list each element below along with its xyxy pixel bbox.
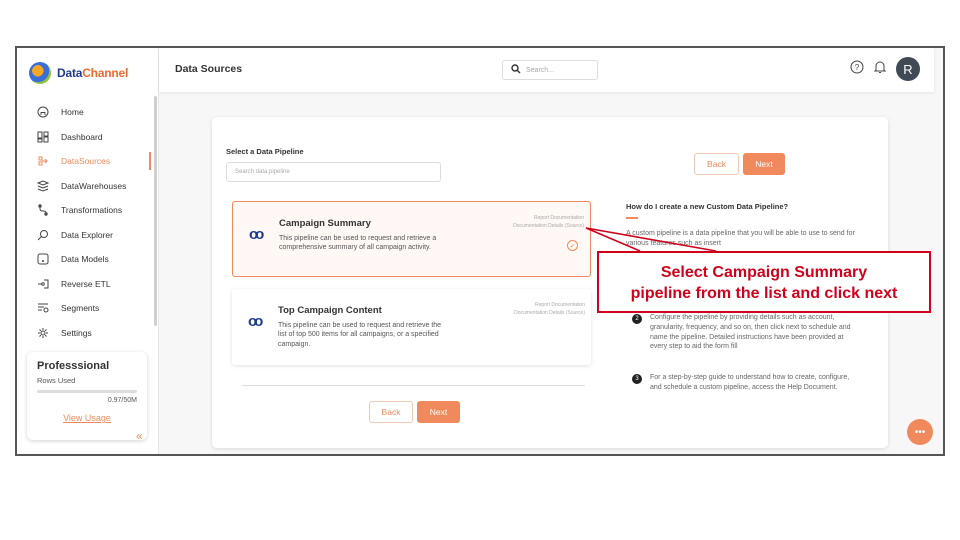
callout-line-1: Select Campaign Summary: [660, 264, 868, 281]
campaign-logo-icon: oo: [249, 226, 264, 243]
pipeline-search-input[interactable]: Search data pipeline: [226, 162, 441, 182]
pipeline-name: Campaign Summary: [279, 218, 371, 229]
transform-icon: [37, 204, 49, 216]
settings-icon: [37, 327, 49, 339]
sidebar-item-label: Settings: [61, 327, 92, 338]
sidebar-item-label: Data Explorer: [61, 229, 113, 240]
sidebar-item-label: Segments: [61, 303, 100, 314]
sidebar-scrollbar[interactable]: [154, 96, 157, 326]
sidebar-item-label: Transformations: [61, 205, 123, 216]
top-header: Data Sources Search... ? R: [159, 48, 934, 92]
rows-used-value: 0.97/50M: [107, 397, 137, 404]
check-icon: ✓: [567, 240, 578, 251]
sidebar-item-label: Reverse ETL: [61, 278, 111, 289]
next-button-top[interactable]: Next: [743, 153, 785, 175]
sidebar-nav: Home Dashboard DataSources DataWarehouse…: [17, 100, 155, 345]
sidebar-item-label: Data Models: [61, 254, 109, 265]
usage-bar: [37, 390, 137, 393]
sidebar-item-transformations[interactable]: Transformations: [17, 198, 155, 223]
help-icon[interactable]: ?: [850, 60, 864, 79]
instruction-callout: Select Campaign Summary pipeline from th…: [597, 251, 931, 313]
brand-logo[interactable]: DataChannel: [29, 62, 128, 84]
brand-name-primary: Data: [57, 66, 83, 80]
brand-name-accent: Channel: [82, 66, 129, 80]
avatar[interactable]: R: [896, 57, 920, 81]
help-underline: [626, 217, 638, 219]
reverse-etl-icon: [37, 278, 49, 290]
step-number: 2: [632, 314, 642, 324]
bell-icon[interactable]: [873, 60, 887, 79]
back-button[interactable]: Back: [369, 401, 413, 423]
sidebar-item-segments[interactable]: Segments: [17, 296, 155, 321]
step-text: For a step-by-step guide to understand h…: [650, 374, 850, 391]
callout-line-2: pipeline from the list and click next: [630, 285, 898, 302]
sidebar-item-label: DataWarehouses: [61, 180, 127, 191]
plan-card: Professsional Rows Used 0.97/50M View Us…: [27, 352, 147, 440]
chat-icon[interactable]: •••: [907, 419, 933, 445]
help-step-2: 2 Configure the pipeline by providing de…: [632, 313, 852, 352]
segments-icon: [37, 302, 49, 314]
sidebar-item-reverse-etl[interactable]: Reverse ETL: [17, 272, 155, 297]
sidebar-item-label: Dashboard: [61, 131, 103, 142]
search-icon: [511, 64, 521, 76]
step-number: 3: [632, 374, 642, 384]
sidebar-item-datasources[interactable]: DataSources: [17, 149, 155, 174]
campaign-logo-icon: oo: [248, 313, 263, 330]
plan-title: Professsional: [37, 360, 110, 372]
svg-text:?: ?: [855, 63, 860, 72]
search-placeholder: Search...: [526, 66, 555, 74]
documentation-details-link[interactable]: Documentation Details (Source): [513, 222, 584, 230]
explorer-icon: [37, 229, 49, 241]
pipeline-description: This pipeline can be used to request and…: [279, 235, 437, 252]
select-pipeline-label: Select a Data Pipeline: [226, 147, 304, 156]
pipeline-option-top-campaign-content[interactable]: oo Top Campaign Content This pipeline ca…: [232, 289, 591, 365]
models-icon: [37, 253, 49, 265]
help-title: How do I create a new Custom Data Pipeli…: [626, 202, 789, 211]
sidebar-item-datawarehouses[interactable]: DataWarehouses: [17, 174, 155, 199]
dashboard-icon: [37, 131, 49, 143]
page-title: Data Sources: [175, 63, 243, 75]
next-button[interactable]: Next: [417, 401, 460, 423]
documentation-details-link[interactable]: Documentation Details (Source): [514, 309, 585, 317]
pipeline-meta: Report Documentation Documentation Detai…: [513, 214, 584, 230]
datasources-icon: [37, 155, 49, 167]
sidebar-item-data-models[interactable]: Data Models: [17, 247, 155, 272]
pipeline-name: Top Campaign Content: [278, 305, 382, 316]
header-actions: ? R: [850, 57, 920, 81]
pipeline-option-campaign-summary[interactable]: oo Campaign Summary This pipeline can be…: [232, 201, 591, 277]
pipeline-description: This pipeline can be used to request and…: [278, 322, 442, 348]
sidebar: DataChannel Home Dashboard DataSources D…: [17, 48, 159, 454]
divider: [242, 385, 585, 386]
report-documentation-link[interactable]: Report Documentation: [513, 214, 584, 222]
pipeline-meta: Report Documentation Documentation Detai…: [514, 301, 585, 317]
sidebar-item-dashboard[interactable]: Dashboard: [17, 125, 155, 150]
sidebar-item-data-explorer[interactable]: Data Explorer: [17, 223, 155, 248]
help-step-3: 3 For a step-by-step guide to understand…: [632, 373, 852, 393]
help-intro: A custom pipeline is a data pipeline tha…: [626, 230, 855, 247]
back-button-top[interactable]: Back: [694, 153, 739, 175]
sidebar-item-label: Home: [61, 107, 84, 118]
sidebar-item-label: DataSources: [61, 156, 111, 167]
collapse-sidebar-icon[interactable]: «: [136, 429, 143, 443]
rows-used-label: Rows Used: [37, 376, 76, 385]
sidebar-item-settings[interactable]: Settings: [17, 321, 155, 346]
search-input[interactable]: Search...: [502, 60, 598, 80]
step-text: Configure the pipeline by providing deta…: [650, 314, 851, 351]
brand-name: DataChannel: [57, 66, 128, 80]
sidebar-item-home[interactable]: Home: [17, 100, 155, 125]
view-usage-link[interactable]: View Usage: [37, 413, 137, 423]
home-icon: [37, 106, 49, 118]
report-documentation-link[interactable]: Report Documentation: [514, 301, 585, 309]
database-icon: [37, 180, 49, 192]
logo-icon: [29, 62, 51, 84]
